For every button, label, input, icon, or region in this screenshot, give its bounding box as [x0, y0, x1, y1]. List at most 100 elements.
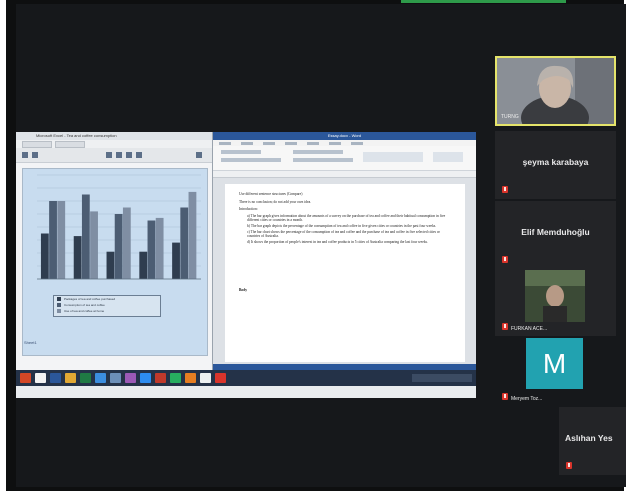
- taskbar-app-icon[interactable]: [35, 373, 46, 383]
- toolbar-icon[interactable]: [106, 152, 112, 158]
- document-page[interactable]: Use different sentence structures (Compa…: [225, 184, 465, 362]
- shared-screen[interactable]: Microsoft Excel - Tea and coffee consump…: [16, 132, 476, 398]
- legend-swatch: [57, 297, 61, 301]
- taskbar-app-icon[interactable]: [50, 373, 61, 383]
- menu-item[interactable]: [329, 141, 341, 145]
- toolbar-icon[interactable]: [116, 152, 122, 158]
- participant-name: Aslıhan Yes: [565, 433, 613, 443]
- legend-swatch: [57, 309, 61, 313]
- meeting-stage: Microsoft Excel - Tea and coffee consump…: [16, 4, 626, 487]
- legend-label: Consumption of tea and coffee: [64, 303, 105, 307]
- word-window[interactable]: Essay.docx - Word Use different sentence…: [213, 132, 476, 370]
- excel-tab[interactable]: [22, 140, 52, 148]
- participant-tile[interactable]: Elif Memduhoğlu: [495, 201, 616, 269]
- word-ruler: [213, 171, 476, 178]
- taskbar-app-icon[interactable]: [200, 373, 211, 383]
- participant-name: FURKAN ACE...: [511, 326, 548, 332]
- sheet-tab[interactable]: Sheet1: [24, 340, 37, 345]
- participant-tile[interactable]: Aslıhan Yes: [559, 407, 626, 475]
- editing-group[interactable]: [433, 152, 463, 162]
- bar: [40, 233, 49, 279]
- toolbar-icon[interactable]: [22, 152, 28, 158]
- taskbar-app-icon[interactable]: [95, 373, 106, 383]
- document-body: Use different sentence structures (Compa…: [239, 192, 453, 293]
- bar: [188, 191, 197, 279]
- legend-label: Use of tea and coffee at home: [64, 309, 105, 313]
- bar: [180, 207, 189, 279]
- bar: [90, 211, 98, 279]
- excel-title: Microsoft Excel - Tea and coffee consump…: [16, 132, 212, 140]
- legend-swatch: [57, 303, 61, 307]
- bar: [122, 207, 131, 279]
- menu-item[interactable]: [351, 141, 363, 145]
- ribbon-control[interactable]: [293, 158, 353, 162]
- menu-item[interactable]: [219, 141, 231, 145]
- bar: [57, 201, 66, 279]
- styles-gallery[interactable]: [363, 152, 423, 162]
- excel-tab[interactable]: [55, 140, 85, 148]
- meeting-window: Microsoft Excel - Tea and coffee consump…: [6, 0, 626, 491]
- participant-name: şeyma karabaya: [522, 157, 589, 167]
- windows-taskbar: [16, 370, 476, 386]
- bar: [81, 194, 90, 279]
- participant-name: Elif Memduhoğlu: [521, 227, 590, 237]
- taskbar-app-icon[interactable]: [215, 373, 226, 383]
- taskbar-app-icon[interactable]: [20, 373, 31, 383]
- menu-item[interactable]: [241, 141, 253, 145]
- bar: [49, 201, 57, 279]
- toolbar-icon[interactable]: [32, 152, 38, 158]
- bar: [172, 242, 180, 279]
- menu-item[interactable]: [285, 141, 297, 145]
- doc-line: Introduction:: [239, 207, 258, 212]
- taskbar-app-icon[interactable]: [170, 373, 181, 383]
- ribbon-control[interactable]: [221, 150, 261, 154]
- taskbar-app-icon[interactable]: [155, 373, 166, 383]
- system-tray[interactable]: [412, 374, 472, 382]
- bar: [73, 236, 82, 279]
- ribbon-control[interactable]: [221, 158, 281, 162]
- taskbar-app-icon[interactable]: [125, 373, 136, 383]
- taskbar-app-icon[interactable]: [140, 373, 151, 383]
- participant-tile[interactable]: Meryem Toz...: [495, 338, 616, 406]
- mic-muted-icon: [502, 186, 508, 193]
- doc-list-item: b) The bar graph depicts the percentage …: [247, 223, 437, 228]
- legend-label: Packages of tea and coffee purchased: [64, 297, 116, 301]
- mic-muted-icon: [566, 462, 572, 469]
- excel-window[interactable]: Microsoft Excel - Tea and coffee consump…: [16, 132, 213, 370]
- bar: [106, 251, 115, 279]
- doc-list-item: c) The bar chart shows the percentage of…: [247, 229, 440, 239]
- taskbar-app-icon[interactable]: [185, 373, 196, 383]
- excel-toolbar: [16, 148, 212, 163]
- doc-line: Body: [239, 288, 247, 293]
- ribbon-control[interactable]: [293, 150, 343, 154]
- menu-item[interactable]: [263, 141, 275, 145]
- legend-item: Use of tea and coffee at home: [54, 308, 160, 314]
- word-title: Essay.docx - Word: [213, 132, 476, 140]
- bar: [155, 217, 164, 279]
- toolbar-icon[interactable]: [196, 152, 202, 158]
- doc-list-item: d) It shows the proportion of people's i…: [247, 239, 428, 244]
- taskbar-app-icon[interactable]: [65, 373, 76, 383]
- mic-muted-icon: [502, 323, 508, 330]
- bar: [139, 251, 148, 279]
- toolbar-icon[interactable]: [126, 152, 132, 158]
- participant-name: Meryem Toz...: [511, 396, 543, 402]
- taskbar-app-icon[interactable]: [80, 373, 91, 383]
- toolbar-icon[interactable]: [136, 152, 142, 158]
- doc-line: Use different sentence structures (Compa…: [239, 192, 303, 196]
- participant-video: [525, 270, 585, 322]
- taskbar-app-icon[interactable]: [110, 373, 121, 383]
- bar-chart[interactable]: Packages of tea and coffee purchased Con…: [22, 168, 208, 356]
- chart-legend: Packages of tea and coffee purchased Con…: [53, 295, 161, 317]
- active-speaker-tile[interactable]: TURNG: [495, 56, 616, 126]
- participant-tile[interactable]: şeyma karabaya: [495, 131, 616, 199]
- mic-muted-icon: [502, 393, 508, 400]
- menu-item[interactable]: [307, 141, 319, 145]
- word-ribbon: [213, 146, 476, 171]
- speaker-name: TURNG: [501, 114, 519, 120]
- doc-line: There is no conclusion; do not add your …: [239, 199, 312, 204]
- excel-tab-strip: [16, 140, 212, 148]
- doc-list: a) The bar graph gives information about…: [247, 214, 453, 245]
- participant-tile[interactable]: FURKAN ACE...: [495, 268, 616, 336]
- bar: [147, 220, 156, 279]
